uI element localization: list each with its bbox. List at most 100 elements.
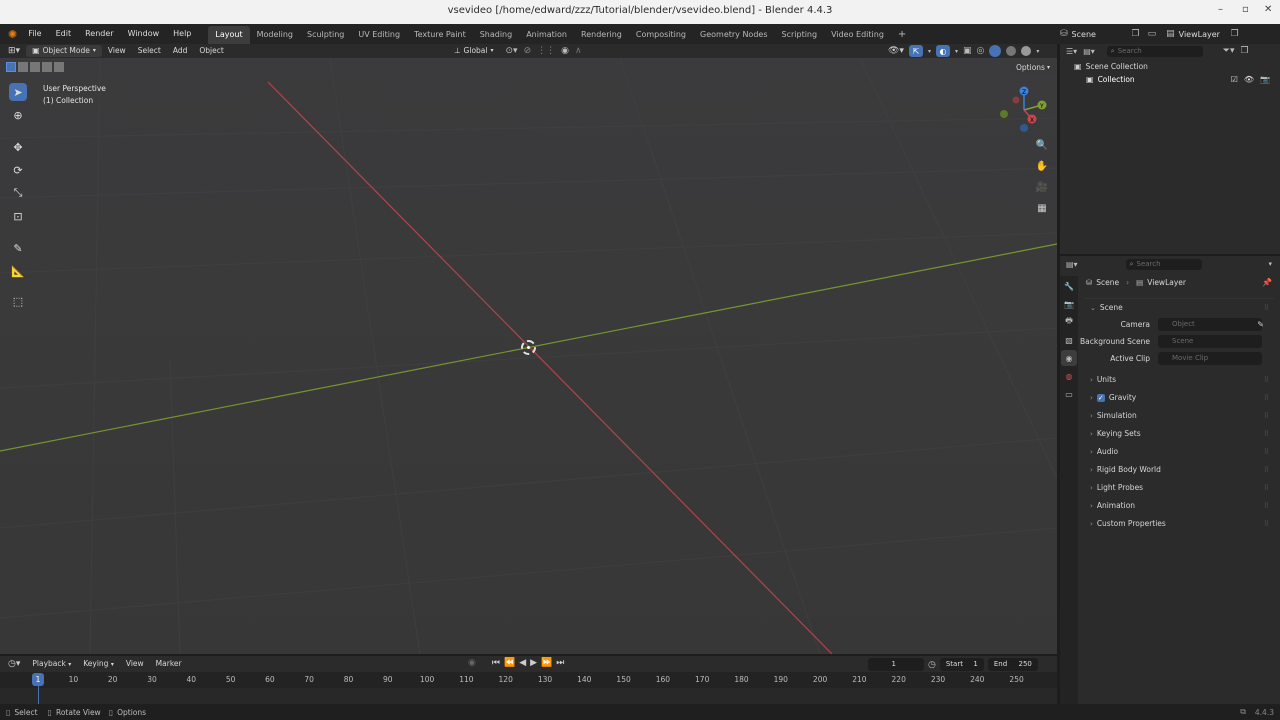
measure-tool-icon[interactable]: 📐 [9, 262, 27, 280]
exclude-checkbox-icon[interactable]: ☑ [1231, 75, 1238, 84]
pan-hand-icon[interactable]: ✋ [1033, 157, 1051, 175]
section-rigid-body-world[interactable]: › Rigid Body World ⠿ [1084, 461, 1274, 479]
shading-wireframe-icon[interactable]: ◎ [977, 46, 985, 56]
section-gravity[interactable]: › ✓ Gravity ⠿ [1084, 389, 1274, 407]
gravity-checkbox[interactable]: ✓ [1096, 394, 1105, 402]
end-frame-field[interactable]: End 250 [987, 658, 1038, 671]
transform-tool-icon[interactable]: ⊡ [9, 207, 27, 225]
gizmo-toggle-icon[interactable]: ⇱ [908, 45, 923, 57]
world-tab-icon[interactable]: ◍ [1061, 368, 1077, 384]
drag-handle-icon[interactable]: ⠿ [1264, 389, 1269, 407]
new-collection-icon[interactable]: ❐ [1240, 46, 1248, 56]
section-custom-properties[interactable]: › Custom Properties ⠿ [1084, 515, 1274, 533]
jump-next-keyframe-icon[interactable]: ⏩ [541, 658, 552, 668]
current-frame-field[interactable]: 1 [868, 658, 924, 671]
pin-icon[interactable]: 📌 [1262, 278, 1272, 287]
chevron-down-icon[interactable]: ▾ [1268, 260, 1272, 268]
jump-prev-keyframe-icon[interactable]: ⏪ [504, 658, 515, 668]
viewlayer-selector[interactable]: ViewLayer [1179, 30, 1231, 39]
eyedropper-icon[interactable]: ✎ [1257, 320, 1264, 329]
scale-tool-icon[interactable]: ⤡ [9, 184, 27, 202]
section-simulation[interactable]: › Simulation ⠿ [1084, 407, 1274, 425]
remove-scene-icon[interactable]: ▭ [1148, 29, 1157, 39]
menu-timeline-view[interactable]: View [120, 658, 150, 670]
outliner-search[interactable]: ⌕ Search [1106, 45, 1203, 57]
shading-dropdown-icon[interactable]: ▾ [1036, 48, 1039, 55]
drag-handle-icon[interactable]: ⠿ [1264, 443, 1269, 461]
drag-handle-icon[interactable]: ⠿ [1264, 515, 1269, 533]
tab-scripting[interactable]: Scripting [775, 26, 825, 44]
proportional-edit-icon[interactable]: ◉ [561, 46, 569, 56]
editor-type-icon[interactable]: ⊞▾ [0, 46, 26, 56]
drag-handle-icon[interactable]: ⠿ [1264, 425, 1269, 443]
tab-layout[interactable]: Layout [208, 26, 250, 44]
scene-collection-label[interactable]: Scene Collection [1086, 62, 1148, 71]
output-tab-icon[interactable]: 🖶 [1061, 314, 1077, 330]
shading-rendered-icon[interactable] [1021, 46, 1032, 56]
close-button[interactable]: ✕ [1264, 4, 1272, 15]
pivot-icon[interactable]: ⊙▾ [506, 46, 518, 56]
menu-add[interactable]: Add [167, 45, 194, 57]
visibility-icon[interactable]: 👁▾ [888, 46, 904, 56]
new-scene-icon[interactable]: ❐ [1132, 29, 1140, 39]
new-viewlayer-icon[interactable]: ❐ [1231, 29, 1239, 39]
xray-icon[interactable]: ▣ [963, 46, 972, 56]
play-icon[interactable]: ▶ [530, 658, 537, 668]
camera-view-icon[interactable]: 🎥 [1033, 178, 1051, 196]
snap-settings-icon[interactable]: ⋮⋮ [537, 46, 555, 56]
proportional-falloff-icon[interactable]: ∧ [575, 46, 582, 56]
menu-marker[interactable]: Marker [150, 658, 188, 670]
tab-geometry-nodes[interactable]: Geometry Nodes [693, 26, 774, 44]
section-keying-sets[interactable]: › Keying Sets ⠿ [1084, 425, 1274, 443]
timeline-ruler[interactable]: 1 10 20 30 40 50 60 70 80 90 100 110 120 130 140 150 16… [0, 672, 1057, 688]
overlays-dropdown-icon[interactable]: ▾ [955, 48, 958, 55]
mode-selector[interactable]: ▣ Object Mode ▾ [26, 45, 102, 57]
menu-select[interactable]: Select [132, 45, 167, 57]
rotate-tool-icon[interactable]: ⟳ [9, 161, 27, 179]
section-units[interactable]: › Units ⠿ [1084, 371, 1274, 389]
tab-texture-paint[interactable]: Texture Paint [407, 26, 473, 44]
drag-handle-icon[interactable]: ⠿ [1264, 407, 1269, 425]
tab-video-editing[interactable]: Video Editing [824, 26, 891, 44]
menu-edit[interactable]: Edit [49, 24, 79, 44]
visibility-eye-icon[interactable]: 👁 [1244, 75, 1254, 84]
menu-object[interactable]: Object [193, 45, 229, 57]
drag-handle-icon[interactable]: ⠿ [1264, 371, 1269, 389]
select-box-icon[interactable] [6, 62, 16, 72]
background-scene-field[interactable]: Scene [1158, 335, 1262, 348]
options-button[interactable]: Options ▾ [1010, 62, 1056, 74]
shading-material-icon[interactable] [1006, 46, 1017, 56]
select-extend-icon[interactable] [18, 62, 28, 72]
select-tool-icon[interactable]: ➤ [9, 83, 27, 101]
gizmo-dropdown-icon[interactable]: ▾ [928, 48, 931, 55]
orientation-selector[interactable]: ⊥ Global ▾ [448, 45, 500, 57]
tab-animation[interactable]: Animation [519, 26, 574, 44]
menu-help[interactable]: Help [166, 24, 198, 44]
outliner-editor-icon[interactable]: ☰▾ [1066, 47, 1077, 56]
drag-handle-icon[interactable]: ⠿ [1264, 299, 1269, 317]
drag-handle-icon[interactable]: ⠿ [1264, 479, 1269, 497]
zoom-icon[interactable]: 🔍 [1033, 136, 1051, 154]
scene-selector[interactable]: Scene [1072, 30, 1132, 39]
menu-view[interactable]: View [102, 45, 132, 57]
record-icon[interactable]: ◉ [468, 658, 476, 668]
timeline-editor-icon[interactable]: ◷▾ [0, 659, 26, 669]
select-invert-icon[interactable] [42, 62, 52, 72]
play-reverse-icon[interactable]: ◀ [519, 658, 526, 668]
move-tool-icon[interactable]: ✥ [9, 138, 27, 156]
menu-render[interactable]: Render [78, 24, 120, 44]
tab-shading[interactable]: Shading [473, 26, 520, 44]
menu-file[interactable]: File [21, 24, 48, 44]
view-layer-tab-icon[interactable]: ▧ [1061, 332, 1077, 348]
select-subtract-icon[interactable] [30, 62, 40, 72]
active-clip-field[interactable]: Movie Clip [1158, 352, 1262, 365]
properties-search[interactable]: ⌕ Search [1125, 258, 1202, 270]
navigation-gizmo[interactable]: Z Y X [998, 84, 1054, 140]
tab-sculpting[interactable]: Sculpting [300, 26, 351, 44]
overlays-toggle-icon[interactable]: ◐ [935, 45, 950, 57]
collection-tab-icon[interactable]: ▭ [1061, 386, 1077, 402]
jump-start-icon[interactable]: ⏮ [492, 658, 500, 668]
add-cube-tool-icon[interactable]: ⬚ [9, 292, 27, 310]
jump-end-icon[interactable]: ⏭ [556, 658, 564, 668]
menu-keying[interactable]: Keying ▾ [77, 658, 120, 670]
